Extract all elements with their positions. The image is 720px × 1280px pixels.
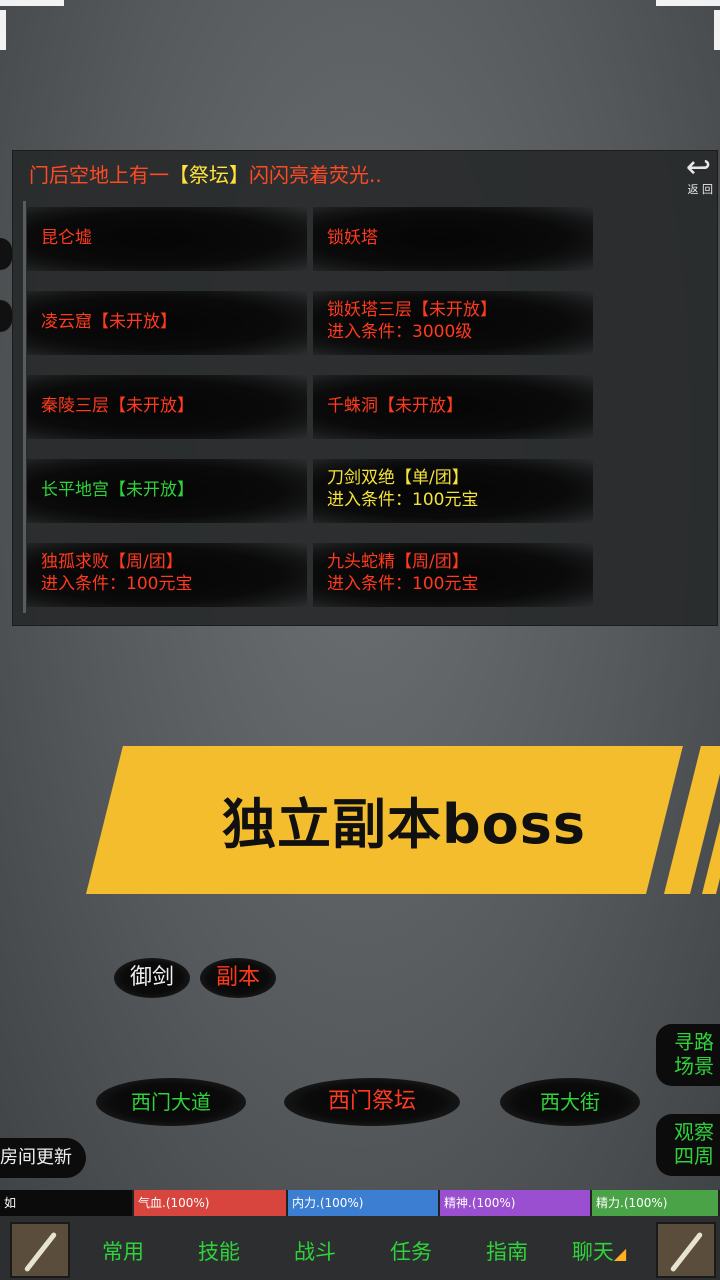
dungeon-name: 九头蛇精【周/团】 — [327, 552, 469, 572]
panel-title: 门后空地上有一【祭坛】闪闪亮着荧光.. — [29, 159, 382, 188]
pathfind-button[interactable]: 寻路 场景 — [656, 1024, 720, 1086]
player-name: 如 — [0, 1190, 134, 1216]
location-ximen-avenue[interactable]: 西门大道 — [96, 1078, 246, 1126]
dungeon-requirement: 进入条件：100元宝 — [327, 574, 479, 594]
dungeon-changping-palace[interactable]: 长平地宫【未开放】 — [27, 459, 307, 523]
back-label: 返 回 — [687, 183, 714, 196]
back-button[interactable]: ↩ 返 回 — [681, 151, 717, 197]
corner-mark-right — [714, 10, 720, 50]
dungeon-qianzhu-cave[interactable]: 千蛛洞【未开放】 — [313, 375, 593, 439]
corner-mark-left — [0, 10, 6, 50]
status-bars: 如 气血.(100%) 内力.(100%) 精神.(100%) 精力.(100%… — [0, 1190, 720, 1216]
hp-bar: 气血.(100%) — [134, 1190, 288, 1216]
dungeon-name: 长平地宫【未开放】 — [41, 480, 194, 500]
panel-scroll-rail[interactable] — [23, 201, 26, 613]
dungeon-suoyao-tower-3[interactable]: 锁妖塔三层【未开放】 进入条件：3000级 — [313, 291, 593, 355]
dungeon-name: 独孤求败【周/团】 — [41, 552, 183, 572]
sword-icon — [669, 1231, 704, 1273]
dungeon-name: 千蛛洞【未开放】 — [327, 396, 463, 416]
toolbar-tasks[interactable]: 任务 — [368, 1228, 454, 1276]
left-edge-button[interactable] — [0, 238, 12, 270]
back-arrow-icon: ↩ — [685, 150, 711, 185]
sword-icon — [23, 1231, 58, 1273]
panel-title-suffix: 闪闪亮着荧光.. — [249, 163, 382, 187]
chat-label: 聊天 — [571, 1240, 614, 1264]
dungeon-name: 秦陵三层【未开放】 — [41, 396, 194, 416]
dungeon-tag[interactable]: 副本 — [200, 958, 276, 998]
dungeon-name: 凌云窟【未开放】 — [41, 312, 177, 332]
dungeon-name: 锁妖塔三层【未开放】 — [327, 300, 497, 320]
dungeon-requirement: 进入条件：3000级 — [327, 322, 473, 342]
toolbar-battle[interactable]: 战斗 — [272, 1228, 358, 1276]
dungeon-suoyao-tower[interactable]: 锁妖塔 — [313, 207, 593, 271]
dungeon-daojian-shuangjue[interactable]: 刀剑双绝【单/团】 进入条件：100元宝 — [313, 459, 593, 523]
energy-bar: 精力.(100%) — [592, 1190, 720, 1216]
location-west-street[interactable]: 西大街 — [500, 1078, 640, 1126]
spirit-bar: 精神.(100%) — [440, 1190, 592, 1216]
dungeon-qinling-3[interactable]: 秦陵三层【未开放】 — [27, 375, 307, 439]
toolbar-common[interactable]: 常用 — [80, 1228, 166, 1276]
dungeon-kunlun[interactable]: 昆仑墟 — [27, 207, 307, 271]
room-update-button[interactable]: 房间更新 — [0, 1138, 86, 1178]
banner-title: 独立副本boss — [222, 793, 587, 856]
altar-link[interactable]: 【祭坛】 — [169, 163, 249, 187]
location-ximen-altar[interactable]: 西门祭坛 — [284, 1078, 460, 1126]
dungeon-name: 昆仑墟 — [41, 228, 92, 248]
dungeon-name: 刀剑双绝【单/团】 — [327, 468, 469, 488]
toolbar-skills[interactable]: 技能 — [176, 1228, 262, 1276]
observe-button[interactable]: 观察 四周 — [656, 1114, 720, 1176]
dungeon-jiutou-shejing[interactable]: 九头蛇精【周/团】 进入条件：100元宝 — [313, 543, 593, 607]
dungeon-lingyun-cave[interactable]: 凌云窟【未开放】 — [27, 291, 307, 355]
toolbar-chat[interactable]: 聊天◢ — [556, 1228, 642, 1276]
toolbar-guide[interactable]: 指南 — [464, 1228, 550, 1276]
left-edge-button[interactable] — [0, 300, 12, 332]
mp-bar: 内力.(100%) — [288, 1190, 440, 1216]
dungeon-requirement: 进入条件：100元宝 — [41, 574, 193, 594]
party-horn-icon: ◢ — [613, 1244, 627, 1263]
corner-top-left — [0, 0, 64, 6]
weapon-slot-right[interactable] — [656, 1222, 716, 1278]
corner-top-right — [656, 0, 720, 6]
dungeon-name: 锁妖塔 — [327, 228, 378, 248]
dungeon-requirement: 进入条件：100元宝 — [327, 490, 479, 510]
panel-title-prefix: 门后空地上有一 — [29, 163, 169, 187]
dungeon-dugu-qiubai[interactable]: 独孤求败【周/团】 进入条件：100元宝 — [27, 543, 307, 607]
sword-tag[interactable]: 御剑 — [114, 958, 190, 998]
weapon-slot-left[interactable] — [10, 1222, 70, 1278]
dungeon-panel: 门后空地上有一【祭坛】闪闪亮着荧光.. ↩ 返 回 昆仑墟 锁妖塔 凌云窟【未开… — [12, 150, 718, 626]
